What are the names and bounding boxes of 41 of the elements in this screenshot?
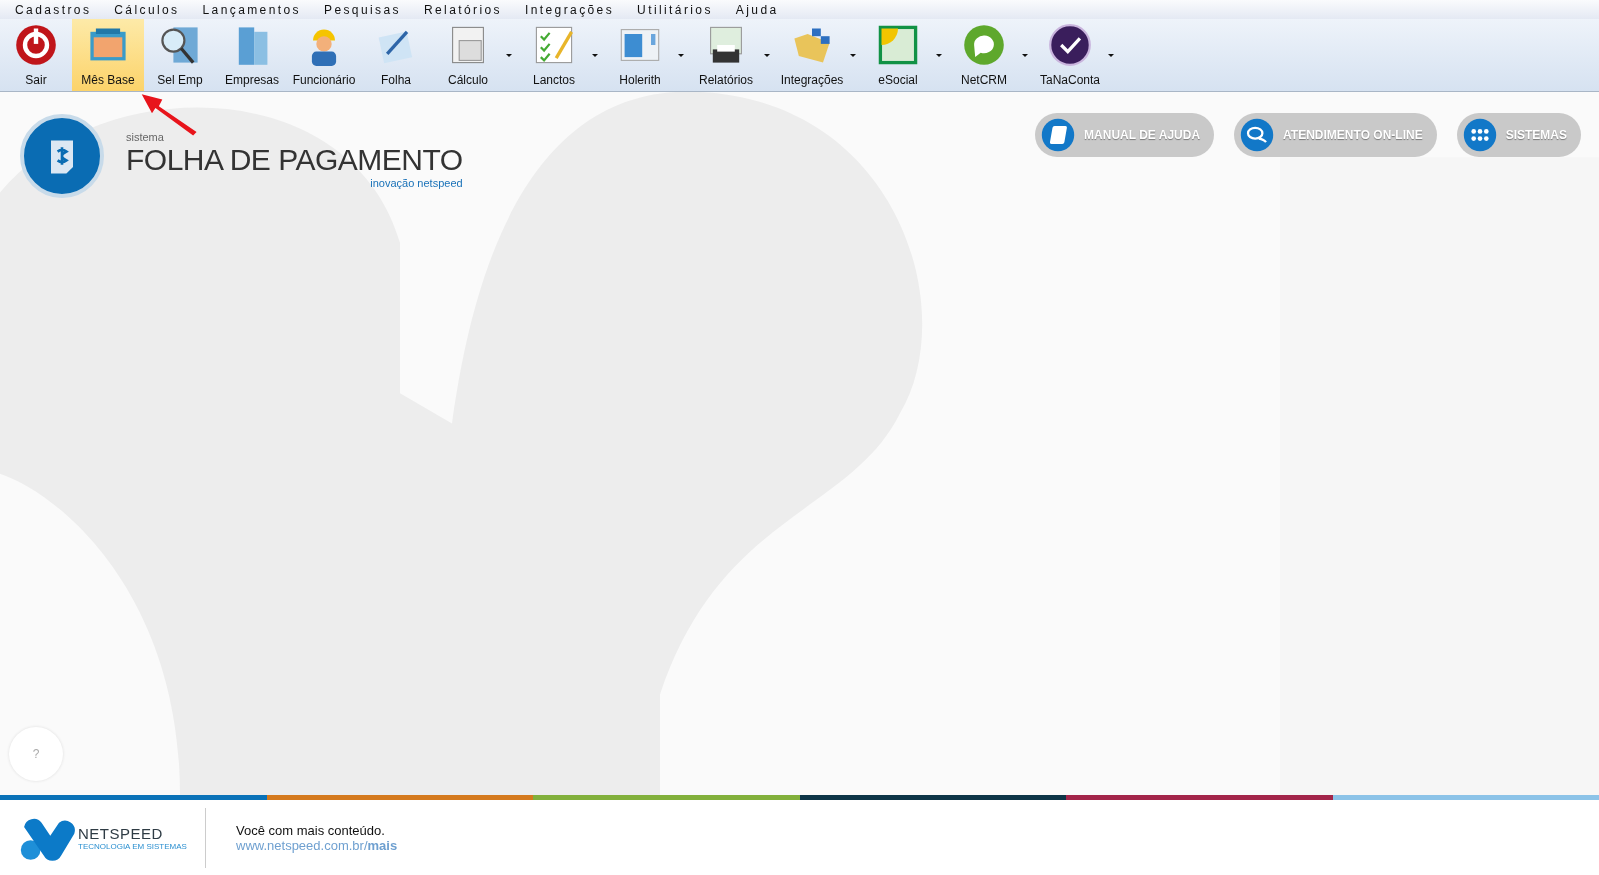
menu-item[interactable]: Cadastros [15, 2, 92, 17]
caret-icon[interactable] [506, 53, 512, 57]
toolbar-button[interactable]: Holerith [604, 19, 676, 91]
toolbar-button[interactable]: eSocial [862, 19, 934, 91]
toolbar-button[interactable]: Sair [0, 19, 72, 91]
toolbar-button[interactable]: Integrações [776, 19, 848, 91]
document-icon [876, 23, 920, 67]
menu-item[interactable]: Utilitários [637, 2, 713, 17]
menu-item[interactable]: Ajuda [735, 2, 779, 17]
logo-name: NETSPEED [78, 824, 164, 842]
caret-icon[interactable] [936, 53, 942, 57]
menu-item[interactable]: Lançamentos [202, 2, 301, 17]
power-icon [14, 23, 58, 67]
toolbar-button[interactable]: Folha [360, 19, 432, 91]
brand-tagline: inovação netspeed [370, 177, 463, 189]
brand-caption: sistema [126, 131, 165, 143]
toolbar-button[interactable]: Mês Base [72, 19, 144, 91]
menu-item[interactable]: Cálculos [114, 2, 180, 17]
caret-icon[interactable] [850, 53, 856, 57]
brand-title: FOLHA DE PAGAMENTO [126, 143, 463, 177]
logo-tagline: TECNOLOGIA EM SISTEMAS [78, 841, 187, 851]
menu-item[interactable]: Pesquisas [324, 2, 401, 17]
footer-message: Você com mais conteúdo. [236, 822, 386, 838]
toolbar-button[interactable]: Cálculo [432, 19, 504, 91]
caret-icon[interactable] [764, 53, 770, 57]
caret-icon[interactable] [678, 53, 684, 57]
toolbar-button[interactable]: Sel Emp [144, 19, 216, 91]
grid-icon [1461, 117, 1498, 153]
toolbar-button[interactable]: TaNaConta [1034, 19, 1106, 91]
toolbar-button[interactable]: Lanctos [518, 19, 590, 91]
caret-icon[interactable] [592, 53, 598, 57]
toolbar-button[interactable]: NetCRM [948, 19, 1020, 91]
toolbar-button[interactable]: Relatórios [690, 19, 762, 91]
caret-icon[interactable] [1108, 53, 1114, 57]
toolbar-button[interactable]: Funcionário [288, 19, 360, 91]
book-icon [1040, 117, 1077, 153]
checkmark-icon [1048, 23, 1092, 67]
toolbar-button[interactable]: Empresas [216, 19, 288, 91]
caret-icon[interactable] [1022, 53, 1028, 57]
menu-item[interactable]: Relatórios [423, 2, 502, 17]
menu-item[interactable]: Integrações [525, 2, 615, 17]
